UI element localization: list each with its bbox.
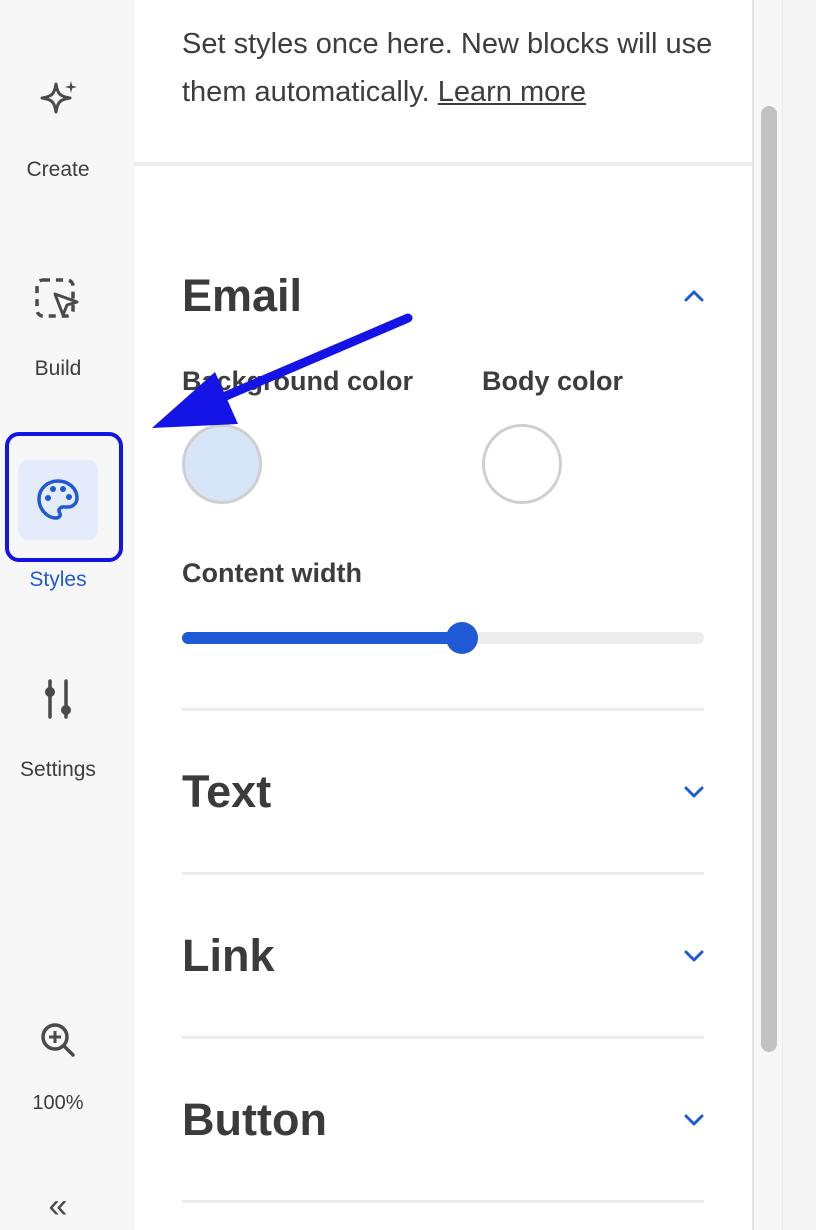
chevron-up-icon[interactable] [682,284,706,308]
slider-thumb[interactable] [446,622,479,654]
sidebar: Create Build Styles Settings 100% « [0,0,134,1230]
background-color-label: Background color [182,366,414,396]
background-color-swatch[interactable] [182,424,262,504]
section-title-link[interactable]: Link [182,930,275,982]
body-color-label: Body color [482,366,624,396]
slider-fill [182,632,463,644]
body-color-swatch[interactable] [482,424,562,504]
sidebar-item-build[interactable]: Build [0,259,116,381]
content-width-slider[interactable] [182,622,704,654]
divider [182,1036,704,1039]
sidebar-item-styles[interactable]: Styles [0,460,116,592]
sidebar-item-create[interactable]: Create [0,60,116,182]
sidebar-item-label: Create [26,158,90,181]
intro-text: Set styles once here. New blocks will us… [182,20,742,116]
zoom-in-icon [18,1000,98,1080]
sidebar-item-label: Styles [29,568,87,591]
palette-icon [18,460,98,540]
styles-panel: Set styles once here. New blocks will us… [134,0,752,1230]
zoom-level: 100% [32,1092,84,1114]
chevron-down-icon[interactable] [682,780,706,804]
collapse-sidebar-button[interactable]: « [0,1188,116,1224]
section-title-button[interactable]: Button [182,1094,327,1146]
chevron-down-icon[interactable] [682,1108,706,1132]
section-title-email: Email [182,270,303,321]
divider [182,1200,704,1203]
sliders-icon [18,660,98,740]
divider [134,162,752,166]
sidebar-item-label: Settings [20,758,96,781]
zoom-control[interactable]: 100% [0,1000,116,1115]
app-root: Create Build Styles Settings 100% « Set … [0,0,816,1230]
canvas-edge [782,0,816,1230]
section-title-text[interactable]: Text [182,766,271,818]
double-chevron-left-icon: « [48,1187,68,1225]
divider [182,708,704,711]
scrollbar-thumb[interactable] [761,106,777,1052]
learn-more-link[interactable]: Learn more [438,76,586,108]
sidebar-item-settings[interactable]: Settings [0,660,116,782]
chevron-down-icon[interactable] [682,944,706,968]
select-cursor-icon [18,259,98,339]
sparkle-icon [18,60,98,140]
sidebar-item-label: Build [34,357,82,380]
divider [182,872,704,875]
content-width-label: Content width [182,558,362,588]
